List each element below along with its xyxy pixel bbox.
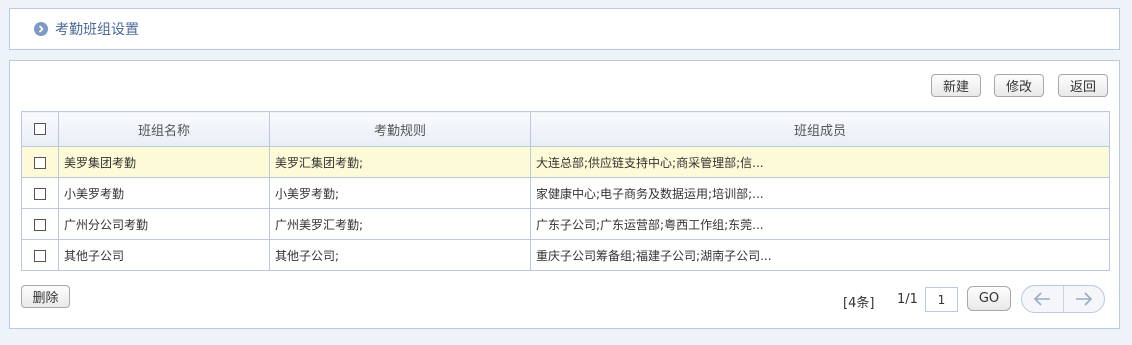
- team-name-cell: 广州分公司考勤: [58, 208, 270, 240]
- team-name-cell: 美罗集团考勤: [58, 146, 270, 178]
- rule-cell: 美罗汇集团考勤;: [269, 146, 531, 178]
- members-cell: 广东子公司;广东运营部;粤西工作组;东莞...: [530, 208, 1110, 240]
- back-button[interactable]: 返回: [1058, 74, 1108, 97]
- table-header-row: 班组名称 考勤规则 班组成员: [21, 111, 1110, 147]
- table-row[interactable]: 广州分公司考勤 广州美罗汇考勤; 广东子公司;广东运营部;粤西工作组;东莞...: [21, 208, 1110, 240]
- go-button[interactable]: GO: [967, 286, 1011, 311]
- prev-page-button[interactable]: [1022, 286, 1063, 312]
- row-checkbox[interactable]: [34, 156, 46, 169]
- row-checkbox-cell: [21, 146, 59, 178]
- team-name-cell: 其他子公司: [58, 239, 270, 271]
- page-header: 考勤班组设置: [9, 8, 1120, 50]
- row-checkbox[interactable]: [34, 218, 46, 231]
- row-checkbox[interactable]: [34, 249, 46, 262]
- main-panel: 新建 修改 返回 班组名称 考勤规则 班组成员 美罗集团考勤 美罗汇集团考勤; …: [9, 60, 1120, 329]
- page-indicator: 1/1: [897, 292, 918, 307]
- row-checkbox[interactable]: [34, 187, 46, 200]
- members-cell: 重庆子公司筹备组;福建子公司;湖南子公司...: [530, 239, 1110, 271]
- column-header-rule[interactable]: 考勤规则: [269, 111, 531, 147]
- edit-button[interactable]: 修改: [994, 74, 1044, 97]
- pagination-nav: [1021, 285, 1105, 313]
- next-page-button[interactable]: [1062, 286, 1105, 312]
- row-checkbox-cell: [21, 239, 59, 271]
- members-cell: 家健康中心;电子商务及数据运用;培训部;...: [530, 177, 1110, 209]
- table-row[interactable]: 美罗集团考勤 美罗汇集团考勤; 大连总部;供应链支持中心;商采管理部;信...: [21, 146, 1110, 178]
- table-row[interactable]: 小美罗考勤 小美罗考勤; 家健康中心;电子商务及数据运用;培训部;...: [21, 177, 1110, 209]
- table-row[interactable]: 其他子公司 其他子公司; 重庆子公司筹备组;福建子公司;湖南子公司...: [21, 239, 1110, 271]
- chevron-right-circle-icon: [34, 22, 48, 36]
- rule-cell: 广州美罗汇考勤;: [269, 208, 531, 240]
- arrow-right-icon: [1075, 292, 1092, 306]
- column-header-members[interactable]: 班组成员: [530, 111, 1110, 147]
- row-checkbox-cell: [21, 177, 59, 209]
- select-all-cell: [21, 111, 59, 147]
- delete-button[interactable]: 删除: [21, 285, 70, 308]
- new-button[interactable]: 新建: [931, 74, 981, 97]
- row-checkbox-cell: [21, 208, 59, 240]
- select-all-checkbox[interactable]: [34, 123, 46, 135]
- page-title: 考勤班组设置: [55, 22, 139, 38]
- arrow-left-icon: [1034, 292, 1051, 306]
- members-cell: 大连总部;供应链支持中心;商采管理部;信...: [530, 146, 1110, 178]
- page-number-input[interactable]: [925, 287, 958, 312]
- rule-cell: 小美罗考勤;: [269, 177, 531, 209]
- team-name-cell: 小美罗考勤: [58, 177, 270, 209]
- team-table: 班组名称 考勤规则 班组成员 美罗集团考勤 美罗汇集团考勤; 大连总部;供应链支…: [21, 111, 1110, 271]
- rule-cell: 其他子公司;: [269, 239, 531, 271]
- record-count: [4条]: [843, 296, 875, 311]
- column-header-name[interactable]: 班组名称: [58, 111, 270, 147]
